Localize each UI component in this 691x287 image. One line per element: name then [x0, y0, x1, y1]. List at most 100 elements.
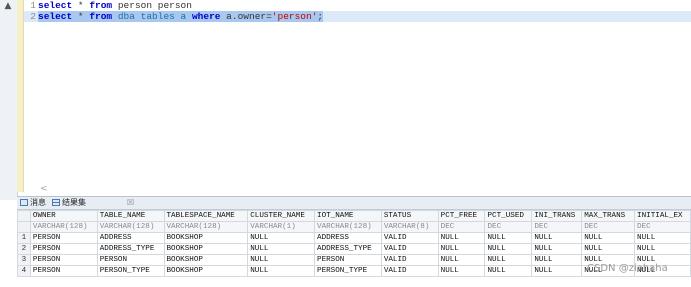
row-number[interactable]: 2	[17, 243, 31, 255]
row-number[interactable]: 4	[17, 265, 31, 277]
table-cell[interactable]: VALID	[380, 232, 439, 244]
table-cell[interactable]: NULL	[634, 243, 691, 255]
keyword-where: where	[191, 11, 221, 22]
column-header[interactable]: STATUS	[380, 210, 439, 222]
selected-text: select * from dba tables a where a.owner…	[38, 11, 324, 22]
table-row[interactable]: 1 PERSON ADDRESS BOOKSHOP NULL ADDRESS V…	[17, 232, 691, 244]
table-cell[interactable]: BOOKSHOP	[163, 243, 249, 255]
table-cell[interactable]: NULL	[531, 254, 583, 266]
column-type: DEC	[437, 221, 486, 233]
column-type: DEC	[484, 221, 533, 233]
column-header[interactable]: CLUSTER_NAME	[247, 210, 316, 222]
string-literal: 'person'	[271, 11, 318, 22]
column-header[interactable]: INITIAL_EX	[634, 210, 691, 222]
corner-cell	[17, 221, 31, 233]
collapse-arrow-icon[interactable]: ▲	[3, 1, 13, 11]
row-number[interactable]: 1	[17, 232, 31, 244]
table-cell[interactable]: PERSON	[314, 254, 382, 266]
tab-messages[interactable]: 消息	[19, 197, 46, 209]
table-cell[interactable]: VALID	[380, 265, 439, 277]
table-cell[interactable]: NULL	[437, 265, 486, 277]
column-header[interactable]: MAX_TRANS	[581, 210, 636, 222]
table-cell[interactable]: BOOKSHOP	[163, 265, 249, 277]
table-cell[interactable]: NULL	[484, 243, 533, 255]
table-cell[interactable]: ADDRESS	[96, 232, 165, 244]
column-type: VARCHAR(128)	[163, 221, 249, 233]
table-cell[interactable]: NULL	[437, 243, 486, 255]
row-number[interactable]: 3	[17, 254, 31, 266]
column-type: DEC	[531, 221, 583, 233]
column-header[interactable]: OWNER	[29, 210, 98, 222]
table-cell[interactable]: NULL	[484, 265, 533, 277]
close-tab-icon[interactable]: ☒	[127, 197, 134, 209]
table-cell[interactable]: BOOKSHOP	[163, 254, 249, 266]
condition-token: a.owner=	[220, 11, 272, 22]
column-header[interactable]: PCT_USED	[484, 210, 533, 222]
tab-resultset-label: 结果集	[62, 198, 86, 207]
table-cell[interactable]: NULL	[581, 232, 636, 244]
table-cell[interactable]: NULL	[437, 232, 486, 244]
column-type: VARCHAR(1)	[247, 221, 316, 233]
table-cell[interactable]: PERSON_TYPE	[314, 265, 382, 277]
keyword-select: select	[38, 11, 73, 22]
keyword-from: from	[89, 0, 113, 11]
table-cell[interactable]: NULL	[437, 254, 486, 266]
line-number: 1	[30, 0, 36, 11]
table-cell[interactable]: PERSON	[29, 243, 98, 255]
semicolon-token: ;	[317, 11, 324, 22]
column-header[interactable]: TABLESPACE_NAME	[163, 210, 249, 222]
table-cell[interactable]: NULL	[247, 254, 316, 266]
table-cell[interactable]: ADDRESS	[314, 232, 382, 244]
sql-editor[interactable]: 1 select * from person person 2 select * f…	[24, 0, 691, 192]
table-cell[interactable]: NULL	[531, 232, 583, 244]
keyword-from: from	[89, 11, 113, 22]
table-cell[interactable]: NULL	[247, 243, 316, 255]
column-type: DEC	[634, 221, 691, 233]
table-cell[interactable]: NULL	[484, 232, 533, 244]
column-header[interactable]: IOT_NAME	[314, 210, 382, 222]
table-cell[interactable]: NULL	[634, 232, 691, 244]
column-header[interactable]: TABLE_NAME	[96, 210, 165, 222]
column-type: VARCHAR(128)	[96, 221, 165, 233]
table-cell[interactable]: PERSON_TYPE	[96, 265, 165, 277]
line-number: 2	[30, 11, 36, 22]
table-cell[interactable]: NULL	[531, 265, 583, 277]
results-tabbar: 消息 结果集 ☒	[17, 197, 691, 210]
table-row[interactable]: 2 PERSON ADDRESS_TYPE BOOKSHOP NULL ADDR…	[17, 243, 691, 255]
tab-messages-label: 消息	[30, 198, 46, 207]
table-cell[interactable]: NULL	[247, 232, 316, 244]
table-cell[interactable]: BOOKSHOP	[163, 232, 249, 244]
table-token: person person	[112, 0, 192, 11]
grid-icon	[52, 199, 60, 206]
column-header[interactable]: PCT_FREE	[437, 210, 486, 222]
column-type: VARCHAR(128)	[314, 221, 382, 233]
table-cell[interactable]: PERSON	[29, 265, 98, 277]
table-cell[interactable]: VALID	[380, 254, 439, 266]
tab-resultset[interactable]: 结果集	[51, 197, 86, 209]
table-cell[interactable]: PERSON	[29, 254, 98, 266]
column-header[interactable]: INI_TRANS	[531, 210, 583, 222]
table-cell[interactable]: NULL	[531, 243, 583, 255]
watermark: CSDN @ziahaha	[587, 263, 668, 274]
left-gutter: ▲	[0, 0, 18, 200]
column-type-row: VARCHAR(128) VARCHAR(128) VARCHAR(128) V…	[17, 221, 691, 233]
table-cell[interactable]: VALID	[380, 243, 439, 255]
code-line-2-selected[interactable]: 2 select * from dba tables a where a.owne…	[24, 11, 691, 22]
table-cell[interactable]: NULL	[247, 265, 316, 277]
corner-cell	[17, 210, 31, 222]
editor-gutter-strip	[17, 0, 24, 192]
messages-icon	[20, 199, 28, 206]
column-header-row: OWNER TABLE_NAME TABLESPACE_NAME CLUSTER…	[17, 210, 691, 222]
column-type: DEC	[581, 221, 636, 233]
column-type: VARCHAR(128)	[29, 221, 98, 233]
table-cell[interactable]: PERSON	[96, 254, 165, 266]
table-cell[interactable]: PERSON	[29, 232, 98, 244]
scroll-left-arrow-icon[interactable]: <	[40, 184, 48, 194]
table-cell[interactable]: ADDRESS_TYPE	[314, 243, 382, 255]
star-token: *	[72, 11, 90, 22]
table-cell[interactable]: NULL	[581, 243, 636, 255]
table-cell[interactable]: NULL	[484, 254, 533, 266]
table-cell[interactable]: ADDRESS_TYPE	[96, 243, 165, 255]
column-type: VARCHAR(8)	[380, 221, 439, 233]
code-line-1[interactable]: 1 select * from person person	[24, 0, 691, 11]
